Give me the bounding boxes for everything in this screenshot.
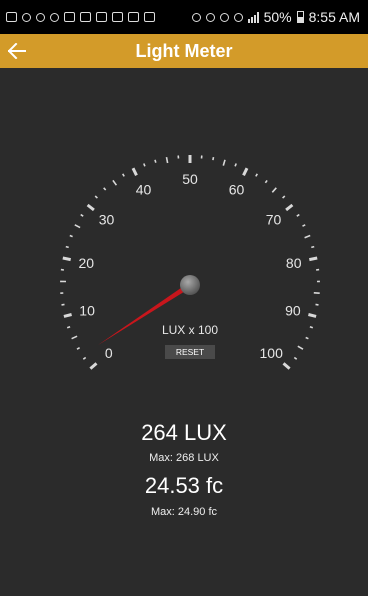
- gauge-tick: [86, 203, 95, 212]
- gauge-label: 100: [260, 345, 284, 361]
- gauge-tick: [308, 313, 317, 318]
- gauge-tick: [212, 156, 215, 161]
- gauge-tick: [234, 163, 237, 167]
- gauge-tick: [242, 167, 249, 176]
- gauge-tick: [296, 213, 300, 217]
- unit-label: LUX x 100: [161, 323, 219, 337]
- battery-percent: 50%: [263, 9, 292, 25]
- gauge-tick: [112, 179, 118, 186]
- arrow-left-icon: [8, 43, 26, 59]
- gauge-label: 80: [286, 255, 302, 271]
- fc-reading: 24.53 fc: [144, 473, 224, 498]
- gauge-tick: [165, 156, 169, 164]
- wifi-icon: [22, 12, 31, 22]
- back-button[interactable]: [2, 34, 32, 68]
- gauge-tick: [131, 167, 138, 176]
- download-icon: [36, 12, 45, 22]
- gauge-label: 20: [79, 255, 95, 271]
- gauge-tick: [69, 234, 73, 238]
- camera-icon: [80, 12, 91, 22]
- gmail-icon: [64, 12, 75, 22]
- gauge-label: 70: [266, 212, 282, 228]
- gauge-tick: [63, 313, 72, 318]
- gauge-tick: [82, 356, 87, 360]
- gauge-tick: [71, 335, 78, 340]
- gauge-tick: [297, 345, 304, 350]
- gauge-label: 90: [285, 303, 301, 319]
- gauge-tick: [154, 159, 157, 163]
- clock: 8:55 AM: [308, 9, 360, 25]
- gauge-tick: [285, 203, 294, 212]
- gauge-tick: [94, 195, 98, 199]
- app-bar: Light Meter: [0, 34, 368, 68]
- at-sign-icon: [50, 12, 59, 22]
- gauge-tick: [122, 173, 125, 177]
- gauge-tick: [62, 256, 71, 262]
- message-icon: [6, 12, 17, 22]
- app-icon: [144, 12, 155, 22]
- mail-icon: [96, 12, 107, 22]
- fc-max-reading: Max: 24.90 fc: [150, 506, 218, 518]
- gauge-tick: [264, 179, 268, 184]
- gauge-label: 40: [136, 182, 152, 198]
- gauge-tick: [74, 224, 81, 229]
- gauge-tick: [103, 187, 107, 191]
- status-bar: 50% 8:55 AM: [0, 0, 368, 34]
- gauge-label: 30: [99, 212, 115, 228]
- gauge-tick: [309, 256, 318, 262]
- gauge-tick: [311, 245, 315, 249]
- gauge-tick: [61, 303, 65, 306]
- notification-icons: [6, 12, 155, 22]
- gauge-tick: [143, 163, 146, 167]
- page-title: Light Meter: [135, 40, 233, 61]
- battery-icon: [296, 11, 304, 23]
- gauge-tick: [66, 326, 71, 329]
- gauge-tick: [282, 195, 286, 199]
- gauge-label: 60: [229, 182, 245, 198]
- light-gauge: 0 10 20 30 40 50 60 70 80 90 100: [60, 155, 320, 370]
- gauge-tick: [80, 213, 84, 217]
- image-icon: [128, 12, 139, 22]
- gauge-tick: [271, 187, 277, 193]
- gauge-tick: [76, 347, 80, 350]
- gauge-tick: [222, 159, 226, 166]
- reset-button[interactable]: RESET: [165, 345, 215, 359]
- gmail-icon-2: [112, 12, 123, 22]
- gauge-label: 10: [79, 303, 95, 319]
- wifi-calling-icon: [233, 12, 243, 22]
- alarm-icon: [219, 12, 229, 22]
- gauge-tick: [305, 336, 309, 340]
- gauge-label: 50: [182, 171, 198, 187]
- bluetooth-icon: [191, 12, 201, 22]
- lux-reading: 264 LUX: [141, 420, 227, 445]
- gauge-hub: [180, 275, 200, 295]
- gauge-tick: [293, 356, 298, 360]
- gauge-tick: [65, 245, 69, 249]
- gauge-tick: [282, 362, 291, 370]
- signal-icon: [247, 11, 259, 23]
- gauge-tick: [304, 234, 311, 239]
- gauge-tick: [315, 303, 319, 306]
- system-icons: 50% 8:55 AM: [191, 9, 360, 25]
- gauge-tick: [255, 173, 258, 177]
- lux-max-reading: Max: 268 LUX: [149, 452, 219, 464]
- gauge-tick: [89, 362, 98, 370]
- gauge-tick: [309, 326, 314, 329]
- gauge-tick: [302, 224, 306, 227]
- gauge-label: 0: [105, 345, 113, 361]
- mute-icon: [205, 12, 215, 22]
